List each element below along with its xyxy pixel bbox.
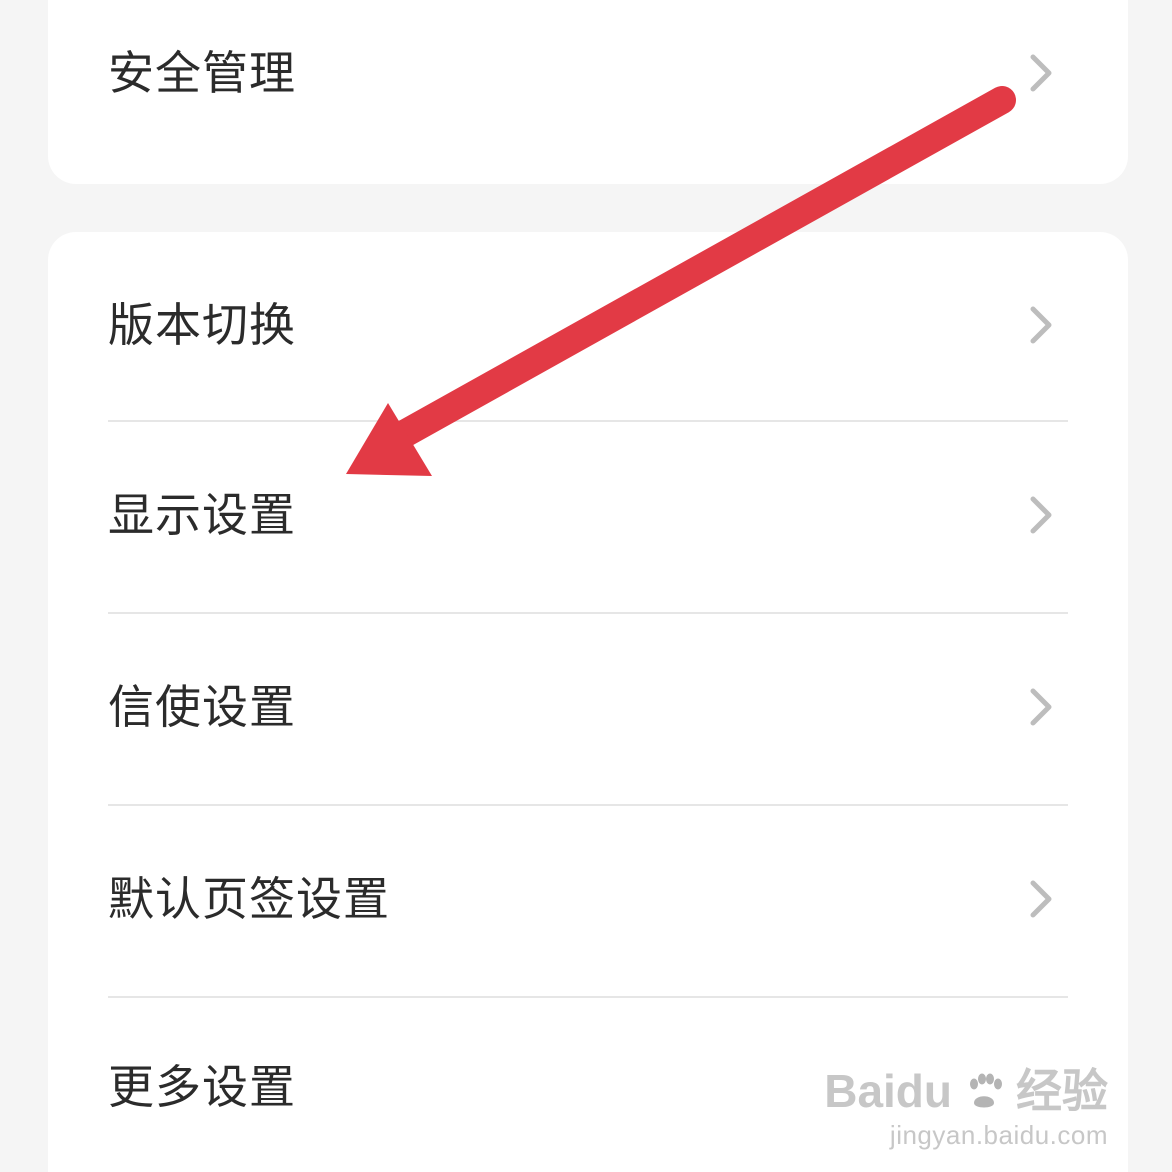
- settings-item-label: 安全管理: [108, 46, 296, 100]
- paw-icon: [962, 1070, 1006, 1114]
- watermark-brand: Baidu: [824, 1065, 952, 1117]
- chevron-right-icon: [1014, 680, 1068, 734]
- settings-item-display[interactable]: 显示设置: [108, 488, 1068, 542]
- watermark-cn: 经验: [1016, 1065, 1108, 1117]
- settings-item-security[interactable]: 安全管理: [108, 46, 1068, 100]
- settings-item-label: 更多设置: [108, 1060, 296, 1114]
- watermark-url: jingyan.baidu.com: [889, 1120, 1108, 1150]
- settings-item-version-switch[interactable]: 版本切换: [108, 298, 1068, 352]
- settings-card-main: 版本切换 显示设置 信使设置 默认页签设置 更多设置: [48, 232, 1128, 1172]
- settings-item-label: 显示设置: [108, 488, 296, 542]
- settings-card-top: 安全管理: [48, 0, 1128, 184]
- watermark: Baidu 经验 jingyan.baidu.com: [824, 1068, 1108, 1148]
- settings-item-label: 版本切换: [108, 298, 296, 352]
- settings-item-label: 默认页签设置: [108, 872, 390, 926]
- divider: [108, 996, 1068, 998]
- settings-screen: 安全管理 版本切换 显示设置 信使设置 默认页签设置 更多设置 Baidu 经验…: [0, 0, 1172, 1172]
- settings-item-default-tab[interactable]: 默认页签设置: [108, 872, 1068, 926]
- settings-item-label: 信使设置: [108, 680, 296, 734]
- watermark-logo: Baidu 经验: [824, 1068, 1108, 1114]
- divider: [108, 612, 1068, 614]
- chevron-right-icon: [1014, 872, 1068, 926]
- settings-item-messenger[interactable]: 信使设置: [108, 680, 1068, 734]
- chevron-right-icon: [1014, 488, 1068, 542]
- chevron-right-icon: [1014, 298, 1068, 352]
- divider: [108, 804, 1068, 806]
- chevron-right-icon: [1014, 46, 1068, 100]
- divider: [108, 420, 1068, 422]
